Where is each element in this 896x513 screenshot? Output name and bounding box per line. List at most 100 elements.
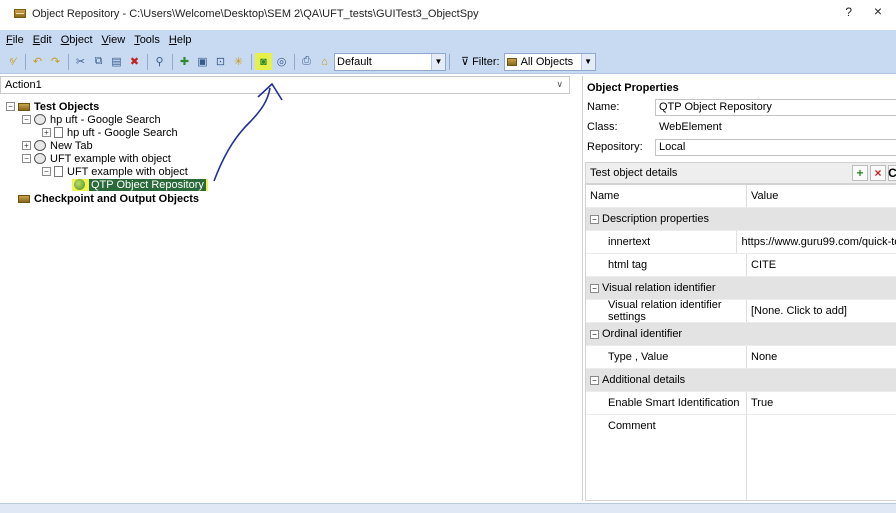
table-row[interactable]: Type , Value None — [586, 346, 896, 369]
expand-icon[interactable]: + — [22, 141, 31, 150]
tree-node-hp-uft-browser[interactable]: − hp uft - Google Search — [22, 113, 161, 126]
menu-file[interactable]: File — [6, 34, 24, 46]
tree-node-checkpoints[interactable]: Checkpoint and Output Objects — [18, 192, 199, 205]
column-header-name: Name — [586, 185, 747, 207]
section-additional[interactable]: − Additional details — [586, 369, 896, 392]
expand-icon[interactable]: + — [42, 128, 51, 137]
properties-grid: Name Value − Description properties inner… — [585, 184, 896, 501]
collapse-icon[interactable]: − — [590, 214, 599, 224]
chevron-down-icon[interactable]: ▼ — [580, 53, 595, 70]
repository-row: Repository: Local — [587, 138, 896, 156]
copy-icon[interactable]: ⧉ — [90, 53, 107, 70]
undo-icon[interactable]: ↶ — [29, 53, 46, 70]
tree-node-new-tab[interactable]: + New Tab — [22, 139, 93, 152]
filter-label: ⊽ Filter: — [461, 55, 500, 69]
delete-icon[interactable]: ✖ — [126, 53, 143, 70]
menu-object[interactable]: Object — [61, 34, 93, 46]
class-row: Class: WebElement — [587, 118, 896, 136]
cut-icon[interactable]: ✂ — [72, 53, 89, 70]
toolbar-separator — [294, 53, 295, 70]
tree-node-hp-uft-page[interactable]: + hp uft - Google Search — [42, 126, 178, 139]
test-object-details-bar: Test object details + × C — [585, 162, 896, 184]
tree-node-label: hp uft - Google Search — [50, 113, 161, 126]
menu-help[interactable]: Help — [169, 34, 192, 46]
collapse-icon[interactable]: − — [22, 115, 31, 124]
tree-node-uft-example-page[interactable]: − UFT example with object — [42, 165, 188, 178]
tree-node-label: UFT example with object — [50, 152, 171, 165]
refresh-icon[interactable]: C — [888, 165, 896, 181]
column-header-value: Value — [751, 190, 779, 202]
collapse-icon[interactable]: − — [590, 283, 599, 293]
title-bar: Object Repository - C:\Users\Welcome\Des… — [0, 0, 896, 27]
name-row: Name: QTP Object Repository — [587, 98, 896, 116]
status-bar — [0, 503, 896, 513]
action-label: Action1 — [5, 79, 42, 91]
environment-combo-value: Default — [337, 55, 372, 68]
name-field[interactable]: QTP Object Repository — [655, 98, 896, 116]
object-spy-icon[interactable]: ◎ — [273, 53, 290, 70]
collapse-icon[interactable]: − — [22, 154, 31, 163]
details-label: Test object details — [590, 167, 678, 179]
browser-icon — [34, 114, 46, 125]
window-title: Object Repository - C:\Users\Welcome\Des… — [32, 7, 479, 20]
print-icon[interactable]: ⎙ — [298, 53, 315, 70]
update-from-app-icon[interactable]: ▣ — [194, 53, 211, 70]
table-row[interactable]: Comment — [586, 415, 896, 500]
section-description[interactable]: − Description properties — [586, 208, 896, 231]
menu-view[interactable]: View — [102, 34, 126, 46]
add-property-icon[interactable]: + — [852, 165, 868, 181]
define-new-object-icon[interactable]: ⊡ — [212, 53, 229, 70]
toolbar: ⁶⁄ ↶ ↷ ✂ ⧉ ▤ ✖ ⚲ ✚ ▣ ⊡ ✳ ◙ ◎ ⎙ ⌂ Default… — [0, 50, 896, 74]
remove-property-icon[interactable]: × — [870, 165, 886, 181]
home-icon[interactable]: ⌂ — [316, 53, 333, 70]
browser-icon — [34, 140, 46, 151]
section-ordinal[interactable]: − Ordinal identifier — [586, 323, 896, 346]
table-row[interactable]: innertext https://www.guru99.com/quick-t… — [586, 231, 896, 254]
close-button[interactable]: × — [868, 3, 888, 19]
object-repository-icon — [14, 9, 26, 18]
class-value: WebElement — [659, 121, 722, 133]
menu-edit[interactable]: Edit — [33, 34, 52, 46]
search-icon[interactable]: ⚲ — [151, 53, 168, 70]
tree-node-label: UFT example with object — [67, 165, 188, 178]
toolbar-separator — [251, 53, 252, 70]
highlight-icon[interactable]: ✳ — [230, 53, 247, 70]
collapse-icon[interactable]: − — [590, 329, 599, 339]
object-repository-icon — [18, 102, 30, 111]
menu-tools[interactable]: Tools — [134, 34, 160, 46]
table-row[interactable]: Visual relation identifier settings [Non… — [586, 299, 896, 323]
chevron-down-icon[interactable]: ▼ — [431, 53, 445, 70]
tree-node-label: New Tab — [50, 139, 93, 152]
collapse-icon[interactable]: − — [590, 375, 599, 385]
object-repository-icon — [18, 194, 30, 203]
tree-node-label: Checkpoint and Output Objects — [34, 192, 200, 205]
environment-combo[interactable]: Default ▼ — [334, 52, 446, 71]
help-button[interactable]: ? — [845, 5, 852, 19]
table-row[interactable]: html tag CITE — [586, 254, 896, 277]
action-selector[interactable]: Action1 ∨ — [0, 76, 570, 94]
tree-node-label: Test Objects — [34, 100, 100, 113]
table-row[interactable]: Enable Smart Identification True — [586, 392, 896, 415]
find-icon[interactable]: ⁶⁄ — [4, 53, 21, 70]
toolbar-separator — [449, 53, 450, 70]
redo-icon[interactable]: ↷ — [47, 53, 64, 70]
object-repository-icon — [506, 57, 517, 66]
section-visual-relation[interactable]: − Visual relation identifier — [586, 277, 896, 300]
name-label: Name: — [587, 101, 620, 113]
browser-icon — [34, 153, 46, 164]
collapse-icon[interactable]: − — [6, 102, 15, 111]
grid-header: Name Value — [586, 185, 896, 208]
paste-icon[interactable]: ▤ — [108, 53, 125, 70]
tree-node-test-objects[interactable]: − Test Objects — [6, 100, 99, 113]
toolbar-separator — [172, 53, 173, 70]
chevron-down-icon[interactable]: ∨ — [556, 79, 563, 90]
tree-node-uft-example-browser[interactable]: − UFT example with object — [22, 152, 171, 165]
collapse-icon[interactable]: − — [42, 167, 51, 176]
class-label: Class: — [587, 121, 618, 133]
properties-title: Object Properties — [587, 82, 679, 94]
locate-in-repository-icon[interactable]: ◙ — [255, 53, 272, 70]
tree-node-qtp-repo[interactable]: QTP Object Repository — [72, 178, 208, 191]
filter-combo-value: All Objects — [520, 55, 574, 68]
add-objects-icon[interactable]: ✚ — [176, 53, 193, 70]
filter-combo[interactable]: All Objects ▼ — [503, 52, 596, 71]
